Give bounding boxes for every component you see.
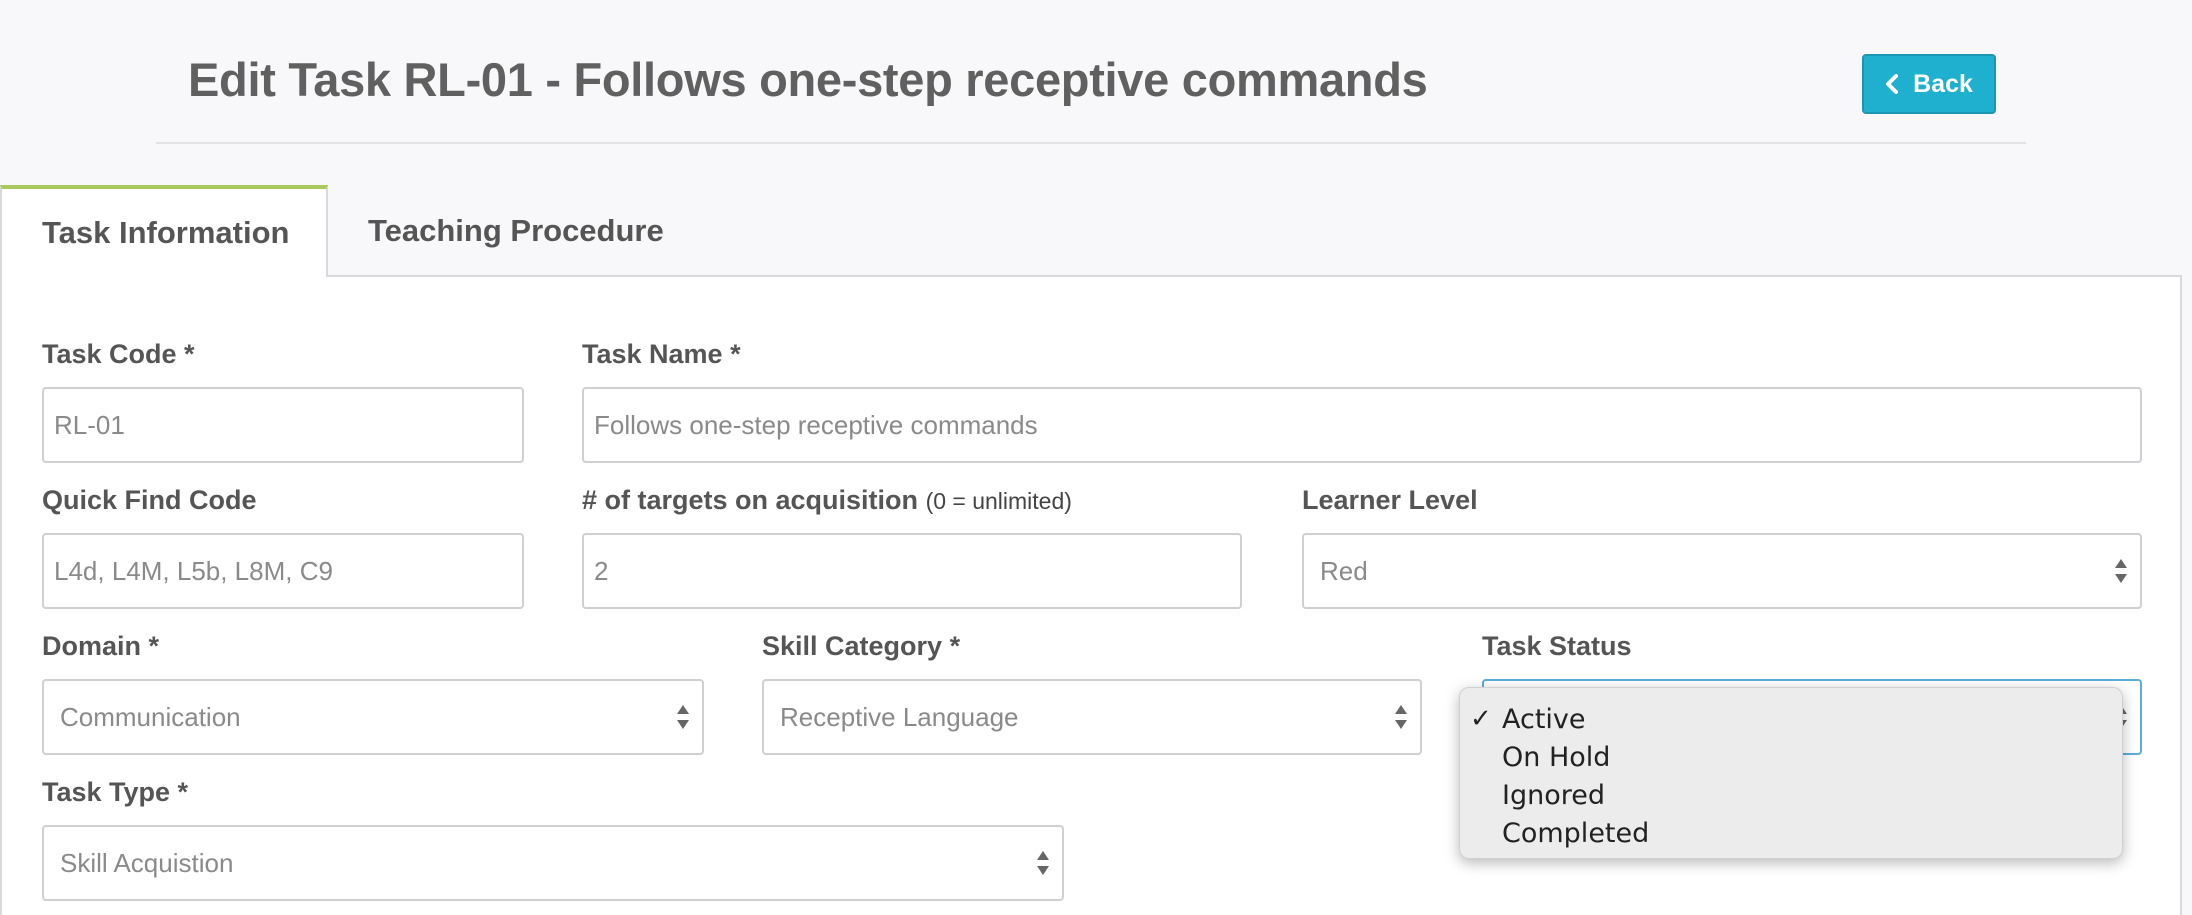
select-arrows-icon bbox=[2115, 559, 2127, 583]
task-status-option-on-hold[interactable]: On Hold bbox=[1460, 738, 2122, 776]
targets-input[interactable]: 2 bbox=[582, 533, 1242, 609]
page-header: Edit Task RL-01 - Follows one-step recep… bbox=[156, 48, 2026, 144]
skill-category-select[interactable]: Receptive Language bbox=[762, 679, 1422, 755]
tab-label: Task Information bbox=[42, 215, 290, 250]
targets-label-note: (0 = unlimited) bbox=[925, 488, 1072, 514]
back-button[interactable]: Back bbox=[1862, 54, 1996, 114]
tab-label: Teaching Procedure bbox=[368, 213, 664, 248]
tab-teaching-procedure[interactable]: Teaching Procedure bbox=[368, 185, 664, 277]
targets-label-text: # of targets on acquisition bbox=[582, 485, 919, 515]
task-name-value: Follows one-step receptive commands bbox=[594, 409, 1038, 440]
task-status-option-completed[interactable]: Completed bbox=[1460, 814, 2122, 852]
task-status-option-active[interactable]: ✓ Active bbox=[1460, 700, 2122, 738]
select-arrows-icon bbox=[1395, 705, 1407, 729]
learner-level-value: Red bbox=[1320, 555, 1368, 586]
domain-value: Communication bbox=[60, 701, 241, 732]
task-status-label: Task Status bbox=[1482, 631, 1632, 661]
quick-find-input[interactable]: L4d, L4M, L5b, L8M, C9 bbox=[42, 533, 524, 609]
option-label: Active bbox=[1502, 703, 1586, 735]
task-type-select[interactable]: Skill Acquistion bbox=[42, 825, 1064, 901]
skill-category-label: Skill Category * bbox=[762, 631, 961, 661]
targets-label: # of targets on acquisition (0 = unlimit… bbox=[582, 485, 1072, 516]
task-name-label: Task Name * bbox=[582, 339, 741, 369]
learner-level-label: Learner Level bbox=[1302, 485, 1478, 515]
checkmark-icon: ✓ bbox=[1470, 704, 1492, 734]
option-label: On Hold bbox=[1502, 741, 1611, 773]
domain-select[interactable]: Communication bbox=[42, 679, 704, 755]
select-arrows-icon bbox=[1037, 851, 1049, 875]
option-label: Ignored bbox=[1502, 779, 1605, 811]
page-title: Edit Task RL-01 - Follows one-step recep… bbox=[188, 53, 1428, 106]
targets-value: 2 bbox=[594, 555, 609, 586]
select-arrows-icon bbox=[677, 705, 689, 729]
task-code-value: RL-01 bbox=[54, 409, 125, 440]
skill-category-value: Receptive Language bbox=[780, 701, 1019, 732]
quick-find-label: Quick Find Code bbox=[42, 485, 257, 515]
task-status-option-ignored[interactable]: Ignored bbox=[1460, 776, 2122, 814]
chevron-left-icon bbox=[1886, 74, 1899, 94]
learner-level-select[interactable]: Red bbox=[1302, 533, 2142, 609]
task-code-input[interactable]: RL-01 bbox=[42, 387, 524, 463]
domain-label: Domain * bbox=[42, 631, 160, 661]
tab-task-information[interactable]: Task Information bbox=[0, 185, 328, 277]
back-button-label: Back bbox=[1913, 69, 1973, 98]
task-name-input[interactable]: Follows one-step receptive commands bbox=[582, 387, 2142, 463]
task-type-label: Task Type * bbox=[42, 777, 189, 807]
task-status-dropdown: ✓ Active On Hold Ignored Completed bbox=[1459, 687, 2123, 859]
option-label: Completed bbox=[1502, 817, 1650, 849]
task-type-value: Skill Acquistion bbox=[60, 847, 234, 878]
quick-find-value: L4d, L4M, L5b, L8M, C9 bbox=[54, 555, 333, 586]
task-code-label: Task Code * bbox=[42, 339, 195, 369]
